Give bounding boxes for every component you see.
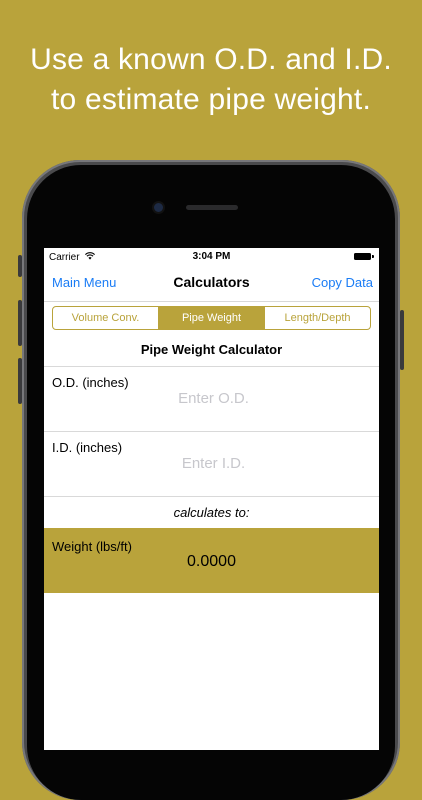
status-time: 3:04 PM xyxy=(192,251,231,262)
status-bar: Carrier 3:04 PM xyxy=(44,248,379,268)
result-panel: Weight (lbs/ft) 0.0000 xyxy=(44,528,379,593)
weight-value: 0.0000 xyxy=(187,553,236,570)
divider xyxy=(44,431,379,432)
front-camera xyxy=(154,203,163,212)
app-screen: Carrier 3:04 PM Main Menu Calculators Co… xyxy=(44,248,379,750)
id-input[interactable] xyxy=(124,451,303,475)
marketing-headline: Use a known O.D. and I.D. to estimate pi… xyxy=(0,40,422,120)
calculator-segmented-control: Volume Conv. Pipe Weight Length/Depth xyxy=(52,306,371,330)
calculates-to-label: calculates to: xyxy=(173,505,250,520)
od-input[interactable] xyxy=(124,386,303,410)
calculator-title: Pipe Weight Calculator xyxy=(140,342,283,357)
segment-length-depth[interactable]: Length/Depth xyxy=(264,307,370,329)
divider xyxy=(44,366,379,367)
headline-line-2: to estimate pipe weight. xyxy=(51,83,371,116)
mute-switch xyxy=(18,255,22,277)
navigation-bar: Main Menu Calculators Copy Data xyxy=(44,268,379,302)
segment-volume-conv[interactable]: Volume Conv. xyxy=(53,307,158,329)
volume-down-button xyxy=(18,358,22,404)
power-button xyxy=(400,310,404,370)
id-label: I.D. (inches) xyxy=(52,440,123,455)
battery-icon xyxy=(354,253,374,260)
od-label: O.D. (inches) xyxy=(52,375,129,390)
earpiece-speaker xyxy=(186,205,238,210)
divider xyxy=(44,496,379,497)
volume-up-button xyxy=(18,300,22,346)
weight-label: Weight (lbs/ft) xyxy=(52,539,132,554)
segment-pipe-weight[interactable]: Pipe Weight xyxy=(158,307,264,329)
headline-line-1: Use a known O.D. and I.D. xyxy=(30,43,392,76)
copy-data-button[interactable]: Copy Data xyxy=(312,275,373,290)
